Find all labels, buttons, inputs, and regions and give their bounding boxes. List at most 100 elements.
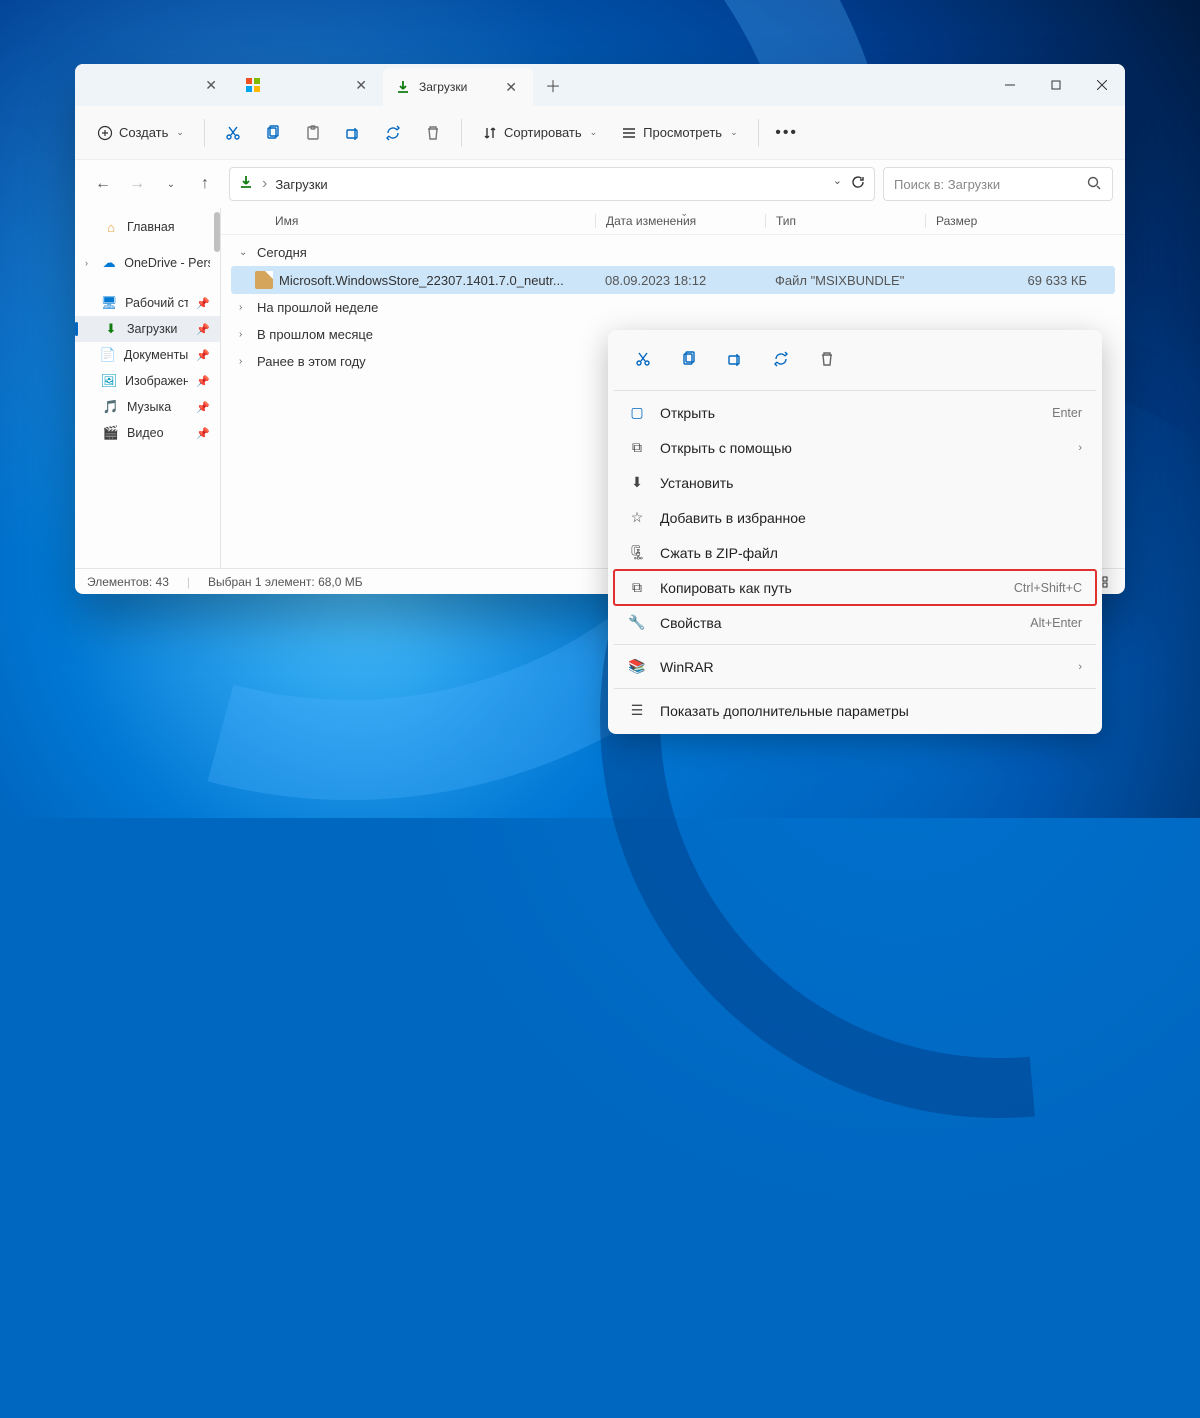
back-button[interactable]: ← <box>87 168 119 200</box>
delete-button[interactable] <box>808 342 846 376</box>
cut-button[interactable] <box>215 115 251 151</box>
chevron-down-icon[interactable]: ⌄ <box>833 174 842 195</box>
sidebar-item-label: Изображения <box>125 374 188 388</box>
sort-button[interactable]: Сортировать ⌄ <box>472 119 607 147</box>
close-button[interactable] <box>1079 64 1125 106</box>
sidebar-item-label: Рабочий стол <box>125 296 188 310</box>
group-lastweek[interactable]: ›На прошлой неделе <box>231 294 1115 321</box>
ctx-open[interactable]: ▢ Открыть Enter <box>614 395 1096 430</box>
sidebar-item-music[interactable]: 🎵 Музыка 📌 <box>75 394 220 420</box>
sort-desc-icon: ⌄ <box>681 208 689 219</box>
file-date: 08.09.2023 18:12 <box>595 273 765 288</box>
folder-icon <box>95 77 111 93</box>
sort-label: Сортировать <box>504 125 582 140</box>
refresh-button[interactable] <box>850 174 866 195</box>
sidebar-item-video[interactable]: 🎬 Видео 📌 <box>75 420 220 446</box>
ctx-winrar[interactable]: 📚 WinRAR › <box>614 649 1096 684</box>
view-button[interactable]: Просмотреть ⌄ <box>611 119 747 147</box>
up-button[interactable]: ↑ <box>189 168 221 200</box>
minimize-button[interactable] <box>987 64 1033 106</box>
column-name[interactable]: Имя <box>265 214 595 228</box>
column-size[interactable]: Размер <box>925 214 1105 228</box>
tabs: ✕ ✕ Загрузки ✕ ＋ <box>75 64 987 106</box>
more-icon: ☰ <box>628 702 646 719</box>
recent-button[interactable]: ⌄ <box>155 168 187 200</box>
new-tab-button[interactable]: ＋ <box>533 64 573 106</box>
sidebar-item-home[interactable]: ⌂ Главная <box>75 214 220 240</box>
address-bar[interactable]: › Загрузки ⌄ <box>229 167 875 201</box>
chevron-right-icon: › <box>1078 442 1082 454</box>
zip-icon: 🗜 <box>628 544 646 561</box>
video-icon: 🎬 <box>103 425 119 441</box>
chevron-right-icon: › <box>239 302 251 313</box>
file-row[interactable]: Microsoft.WindowsStore_22307.1401.7.0_ne… <box>231 266 1115 294</box>
tab-1[interactable]: ✕ <box>83 64 233 106</box>
delete-button[interactable] <box>415 115 451 151</box>
ctx-properties[interactable]: 🔧 Свойства Alt+Enter <box>614 605 1096 640</box>
copy-button[interactable] <box>670 342 708 376</box>
sidebar-item-pictures[interactable]: 🖼 Изображения 📌 <box>75 368 220 394</box>
search-placeholder: Поиск в: Загрузки <box>894 177 1000 192</box>
chevron-down-icon: ⌄ <box>590 127 598 138</box>
forward-button[interactable]: → <box>121 168 153 200</box>
search-input[interactable]: Поиск в: Загрузки <box>883 167 1113 201</box>
download-icon <box>395 79 411 95</box>
ctx-install[interactable]: ⬇ Установить <box>614 465 1096 500</box>
pin-icon: 📌 <box>196 297 210 310</box>
path-icon: ⧉ <box>628 579 646 596</box>
tab-2[interactable]: ✕ <box>233 64 383 106</box>
pin-icon: 📌 <box>196 427 210 440</box>
wrench-icon: 🔧 <box>628 614 646 631</box>
chevron-right-icon: › <box>239 356 251 367</box>
share-button[interactable] <box>375 115 411 151</box>
context-icon-row <box>614 336 1096 386</box>
open-icon: ▢ <box>628 404 646 421</box>
sidebar: ⌂ Главная › ☁ OneDrive - Persc 🖥 Рабочий… <box>75 208 221 568</box>
new-label: Создать <box>119 125 168 140</box>
sidebar-item-documents[interactable]: 📄 Документы 📌 <box>75 342 220 368</box>
expand-icon[interactable]: › <box>85 258 94 268</box>
winrar-icon: 📚 <box>628 658 646 675</box>
status-count: Элементов: 43 <box>87 575 169 589</box>
view-label: Просмотреть <box>643 125 722 140</box>
sidebar-item-desktop[interactable]: 🖥 Рабочий стол 📌 <box>75 290 220 316</box>
status-selection: Выбран 1 элемент: 68,0 МБ <box>208 575 363 589</box>
document-icon: 📄 <box>100 347 116 363</box>
chevron-down-icon: ⌄ <box>730 127 738 138</box>
close-icon[interactable]: ✕ <box>351 75 371 96</box>
context-menu: ▢ Открыть Enter ⧉ Открыть с помощью › ⬇ … <box>608 330 1102 734</box>
ctx-open-with[interactable]: ⧉ Открыть с помощью › <box>614 430 1096 465</box>
more-button[interactable]: ••• <box>769 115 805 151</box>
tab-label: Загрузки <box>419 80 467 94</box>
separator <box>204 119 205 147</box>
group-today[interactable]: ⌄Сегодня <box>231 239 1115 266</box>
file-name: Microsoft.WindowsStore_22307.1401.7.0_ne… <box>279 273 595 288</box>
column-type[interactable]: Тип <box>765 214 925 228</box>
share-button[interactable] <box>762 342 800 376</box>
ctx-copy-path[interactable]: ⧉ Копировать как путь Ctrl+Shift+C <box>614 570 1096 605</box>
ctx-favorite[interactable]: ☆ Добавить в избранное <box>614 500 1096 535</box>
new-button[interactable]: Создать ⌄ <box>87 119 194 147</box>
sidebar-item-onedrive[interactable]: › ☁ OneDrive - Persc <box>75 250 220 276</box>
close-icon[interactable]: ✕ <box>501 77 521 98</box>
column-date[interactable]: ⌄Дата изменения <box>595 214 765 228</box>
sidebar-item-label: Загрузки <box>127 322 177 336</box>
rename-button[interactable] <box>335 115 371 151</box>
cut-button[interactable] <box>624 342 662 376</box>
tab-downloads[interactable]: Загрузки ✕ <box>383 68 533 106</box>
sidebar-item-label: OneDrive - Persc <box>124 256 210 270</box>
copy-button[interactable] <box>255 115 291 151</box>
rename-button[interactable] <box>716 342 754 376</box>
navbar: ← → ⌄ ↑ › Загрузки ⌄ Поиск в: Загрузки <box>75 160 1125 208</box>
pictures-icon: 🖼 <box>101 373 117 389</box>
close-icon[interactable]: ✕ <box>201 75 221 96</box>
paste-button[interactable] <box>295 115 331 151</box>
install-icon: ⬇ <box>628 474 646 491</box>
ctx-zip[interactable]: 🗜 Сжать в ZIP-файл <box>614 535 1096 570</box>
ctx-more-options[interactable]: ☰ Показать дополнительные параметры <box>614 693 1096 728</box>
maximize-button[interactable] <box>1033 64 1079 106</box>
sidebar-item-downloads[interactable]: ⬇ Загрузки 📌 <box>75 316 220 342</box>
sidebar-item-label: Главная <box>127 220 175 234</box>
search-icon <box>1086 175 1102 194</box>
breadcrumb[interactable]: Загрузки <box>275 177 327 192</box>
